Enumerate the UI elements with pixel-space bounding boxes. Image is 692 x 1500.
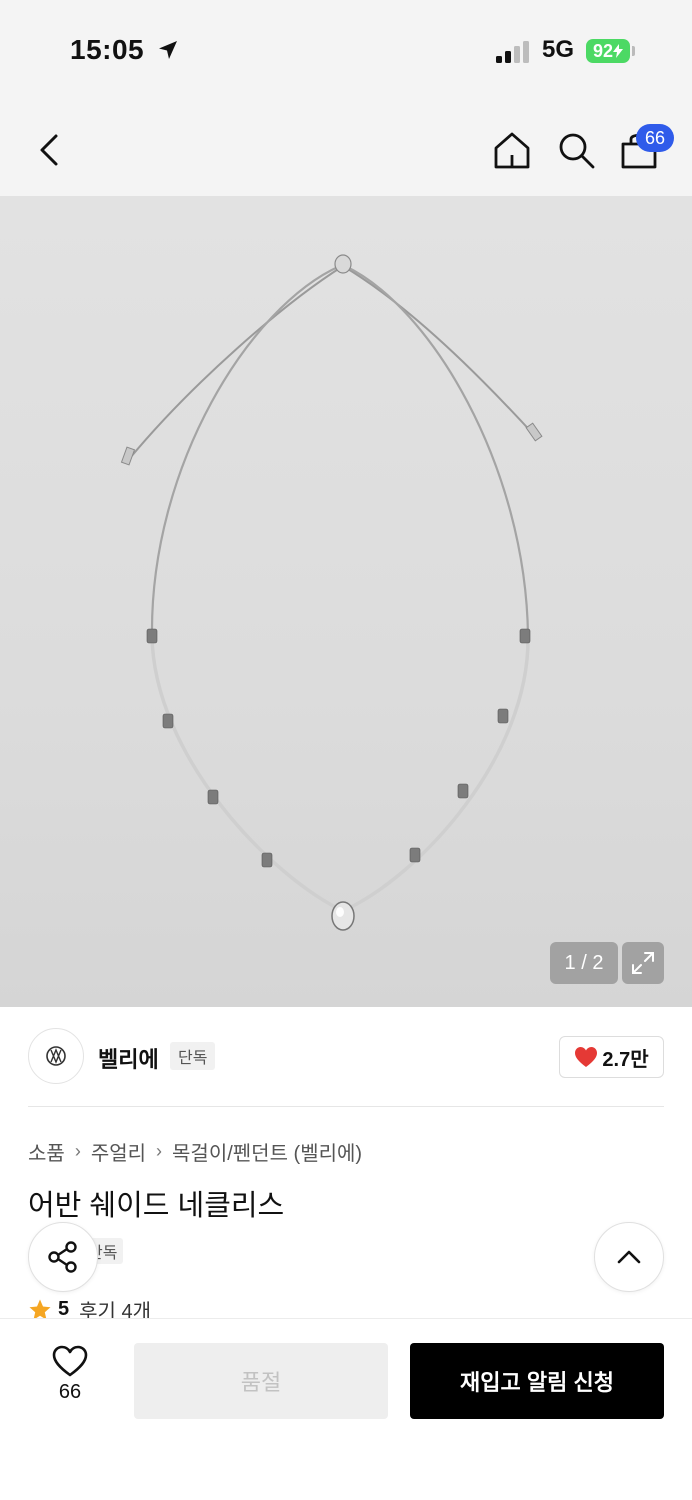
share-button[interactable] [28,1222,98,1292]
signal-icon [496,41,529,63]
brand-mark [46,1046,66,1066]
product-title: 어반 쉐이드 네클리스 [28,1190,285,1222]
bottom-action-bar: 66 품절 재입고 알림 신청 [0,1318,692,1500]
battery-cap [632,46,635,56]
brand-like-button[interactable]: 2.7만 [559,1036,664,1078]
battery-charging-icon: 92 [586,39,630,63]
status-bar: 15:05 5G 92 [0,0,692,100]
breadcrumb: 소품 › 주얼리 › 목걸이/펜던트 (벨리에) [28,1137,362,1166]
brand-row: 벨리에 단독 2.7만 [28,1028,664,1084]
chevron-right-icon: › [156,1141,163,1161]
necklace-image [120,254,543,931]
top-nav: 66 [0,100,692,196]
brand-name[interactable]: 벨리에 [98,1042,159,1074]
brand-logo-icon[interactable] [28,1028,84,1084]
wishlist-button[interactable]: 66 [40,1345,100,1415]
search-icon[interactable] [556,130,596,170]
restock-alert-button[interactable]: 재입고 알림 신청 [410,1343,664,1419]
breadcrumb-item[interactable]: 소품 [28,1137,65,1166]
brand-like-count: 2.7만 [602,1048,649,1071]
heart-outline-icon [52,1345,88,1377]
home-icon[interactable] [492,130,532,170]
breadcrumb-item[interactable]: 주얼리 [91,1137,146,1166]
wishlist-count: 66 [58,1381,82,1403]
cart-count-badge: 66 [636,124,674,152]
share-icon [48,1241,77,1273]
status-time: 15:05 [70,34,145,65]
chevron-right-icon: › [74,1141,81,1161]
soldout-button: 품절 [134,1343,388,1419]
chevron-up-icon [617,1250,641,1264]
heart-filled-icon [575,1047,598,1067]
brand-exclusive-badge: 단독 [170,1042,216,1070]
image-counter: 1 / 2 [550,942,618,984]
expand-icon [632,952,654,974]
location-arrow-icon [159,41,177,59]
divider [28,1106,664,1107]
back-icon[interactable] [30,130,70,170]
expand-button[interactable] [622,942,664,984]
battery-level: 92 [592,40,614,61]
scroll-top-button[interactable] [594,1222,664,1292]
bolt-icon [613,44,624,58]
product-image[interactable]: 1 / 2 [0,196,692,1007]
network-label: 5G [542,36,575,63]
breadcrumb-item[interactable]: 목걸이/펜던트 (벨리에) [172,1137,362,1166]
